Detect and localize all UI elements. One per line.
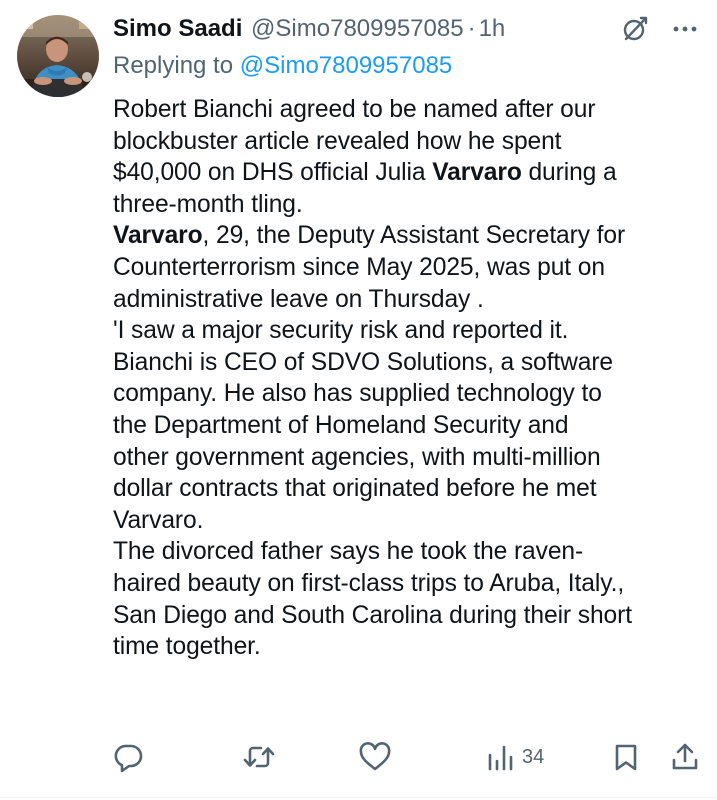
- replying-to-label: Replying to: [113, 52, 234, 79]
- tweet-text-line: Bianchi is CEO of SDVO Solutions, a soft…: [113, 348, 613, 376]
- tweet-text-line: 'I saw a major security risk and reporte…: [113, 317, 569, 345]
- tweet-text-line: three-month tling.: [113, 190, 303, 218]
- tweet-text-line: time together.: [113, 633, 261, 661]
- views-count: 34: [522, 745, 545, 768]
- replying-to: Replying to @Simo7809957085: [113, 51, 452, 81]
- timestamp[interactable]: 1h: [479, 15, 506, 42]
- tweet-header: Simo Saadi @Simo7809957085 · 1h: [113, 14, 505, 44]
- share-upload-icon: [672, 743, 698, 770]
- tweet-text-segment: $40,000 on DHS official Julia: [113, 159, 426, 187]
- tweet-text-line: the Department of Homeland Security and: [113, 411, 569, 439]
- divider: [0, 797, 717, 798]
- tweet-text: Robert Bianchi agreed to be named after …: [113, 94, 703, 663]
- share-button[interactable]: [670, 740, 700, 774]
- tweet-text-line: company. He also has supplied technology…: [113, 380, 602, 408]
- separator-dot: ·: [467, 15, 476, 42]
- tweet-text-line: The divorced father says he took the rav…: [113, 538, 584, 566]
- tweet-text-bold: Varvaro: [432, 159, 522, 187]
- replying-to-handle[interactable]: @Simo7809957085: [240, 52, 453, 79]
- tweet-text-line: $40,000 on DHS official Julia Varvaro du…: [113, 157, 703, 189]
- tweet-text-line: haired beauty on first-class trips to Ar…: [113, 569, 625, 597]
- reply-button[interactable]: [112, 740, 144, 774]
- tweet-text-segment: during a: [528, 159, 617, 187]
- views-button[interactable]: 34: [486, 740, 544, 774]
- heart-icon: [359, 742, 391, 771]
- tweet-text-line: Robert Bianchi agreed to be named after …: [113, 96, 596, 123]
- bookmark-button[interactable]: [612, 740, 640, 774]
- tweet-text-segment: , 29, the Deputy Assistant Secretary for: [202, 222, 626, 250]
- more-dots-icon[interactable]: [670, 16, 700, 42]
- user-handle[interactable]: @Simo7809957085: [251, 15, 464, 42]
- tweet-text-line: Varvaro.: [113, 506, 204, 534]
- display-name[interactable]: Simo Saadi: [113, 15, 242, 42]
- reply-bubble-icon: [114, 744, 143, 773]
- like-button[interactable]: [358, 740, 392, 774]
- tweet-text-line: San Diego and South Carolina during thei…: [113, 601, 632, 629]
- tweet-text-line: Counterterrorism since May 2025, was put…: [113, 253, 605, 281]
- retweet-button[interactable]: [242, 740, 276, 774]
- tweet-text-line: dollar contracts that originated before …: [113, 475, 597, 503]
- bookmark-icon: [615, 744, 637, 771]
- views-bar-chart-icon: [488, 745, 513, 771]
- grok-icon[interactable]: [620, 14, 650, 44]
- avatar[interactable]: [17, 15, 99, 97]
- tweet-text-line: administrative leave on Thursday .: [113, 285, 484, 313]
- retweet-icon: [243, 746, 275, 768]
- tweet[interactable]: Simo Saadi @Simo7809957085 · 1h Replying t…: [0, 0, 717, 800]
- tweet-text-line: blockbuster article revealed how he spen…: [113, 127, 562, 155]
- tweet-text-line: Varvaro, 29, the Deputy Assistant Secret…: [113, 220, 703, 252]
- tweet-text-line: other government agencies, with multi-mi…: [113, 443, 601, 471]
- tweet-text-bold: Varvaro: [113, 222, 203, 250]
